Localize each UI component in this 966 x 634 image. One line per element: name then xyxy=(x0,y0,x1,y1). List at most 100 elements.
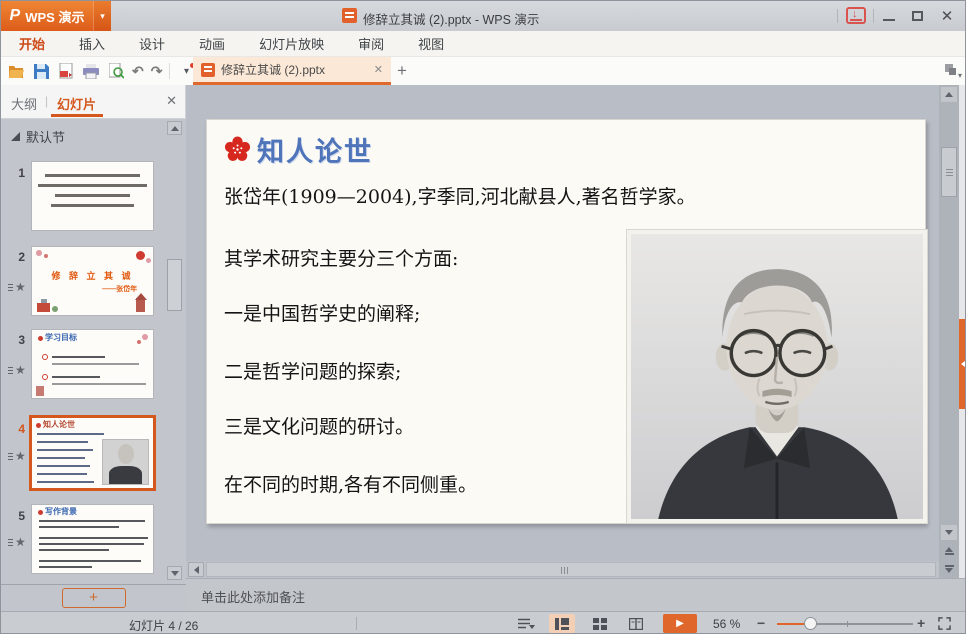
zoom-slider-tick xyxy=(847,621,848,627)
minimize-button[interactable] xyxy=(875,1,903,31)
slide-thumbnail-1[interactable] xyxy=(31,161,154,231)
sidebar-scrollbar-thumb[interactable] xyxy=(167,259,182,311)
undo-icon[interactable]: ↶ xyxy=(132,63,144,80)
toolbar-separator xyxy=(169,63,170,79)
caret-down-icon: ▾ xyxy=(184,66,189,77)
slide-number-current: 4 xyxy=(5,422,25,436)
wps-menu-caret[interactable]: ▾ xyxy=(93,1,111,31)
thumb2-title: 修 辞 立 其 诚 xyxy=(32,269,153,282)
tab-view[interactable]: 视图 xyxy=(418,34,444,53)
animation-star-icon[interactable]: ★ xyxy=(15,364,26,376)
slide-thumbnail-3[interactable]: 学习目标 xyxy=(31,329,154,399)
sidebar-header: 大纲 | 幻灯片 ✕ xyxy=(1,85,186,119)
zoom-in-button[interactable]: + xyxy=(917,615,925,631)
maximize-button[interactable] xyxy=(903,1,931,31)
slide-thumbnail-4-selected[interactable]: 知人论世 xyxy=(29,415,156,491)
slide-number: 5 xyxy=(5,509,25,523)
wps-logo-icon: P xyxy=(10,7,21,25)
tab-review[interactable]: 审阅 xyxy=(358,34,384,53)
scroll-up-button[interactable] xyxy=(941,87,957,102)
animation-star-icon[interactable]: ★ xyxy=(15,536,26,548)
next-slide-button[interactable] xyxy=(941,561,957,577)
vertical-scrollbar-thumb[interactable] xyxy=(941,147,957,197)
titlebar-separator xyxy=(873,9,874,23)
thumb3-title: 学习目标 xyxy=(45,334,77,342)
fit-slide-button[interactable] xyxy=(933,614,955,633)
current-slide[interactable]: 知人论世 张岱年(1909—2004),字季同,河北献县人,著名哲学家。 其学术… xyxy=(206,119,926,524)
document-tab-close-icon[interactable]: ✕ xyxy=(374,63,383,76)
active-tab-underline xyxy=(51,114,103,117)
zoom-slider-handle[interactable] xyxy=(804,617,817,630)
slide-text-line[interactable]: 张岱年(1909—2004),字季同,河北献县人,著名哲学家。 xyxy=(224,182,696,209)
export-pdf-icon[interactable] xyxy=(57,62,75,80)
expand-task-pane-handle[interactable] xyxy=(959,319,966,409)
reading-view-button[interactable] xyxy=(623,614,649,633)
notes-toggle-icon[interactable] xyxy=(515,614,539,633)
play-icon: ▶ xyxy=(676,618,684,629)
tab-design[interactable]: 设计 xyxy=(139,34,165,53)
vertical-scrollbar xyxy=(939,85,959,579)
slide-title[interactable]: 知人论世 xyxy=(257,130,373,169)
sidebar-scroll-up[interactable] xyxy=(167,121,182,135)
tab-slides-pane[interactable]: 幻灯片 xyxy=(57,94,96,113)
animation-star-icon[interactable]: ★ xyxy=(15,281,26,293)
slide-text-line[interactable]: 二是哲学问题的探索; xyxy=(224,357,401,384)
close-icon: ✕ xyxy=(941,9,954,24)
sidebar-tab-divider: | xyxy=(45,94,48,108)
new-tab-button[interactable]: + xyxy=(397,61,407,81)
slide-number: 3 xyxy=(5,333,25,347)
slide-text-line[interactable]: 其学术研究主要分三个方面: xyxy=(224,244,458,271)
wps-presentation-window: P WPS 演示 ▾ 修辞立其诚 (2).pptx - WPS 演示 ↓ ✕ 开… xyxy=(0,0,966,634)
save-icon[interactable] xyxy=(32,62,50,80)
horizontal-scrollbar-thumb[interactable] xyxy=(206,562,936,577)
thumb4-photo xyxy=(102,439,149,485)
scroll-left-button[interactable] xyxy=(188,562,204,577)
caret-down-icon: ▾ xyxy=(100,11,105,22)
thumb2-subtitle: ——张岱年 xyxy=(102,284,137,294)
status-separator xyxy=(356,617,357,630)
normal-view-button[interactable] xyxy=(549,614,575,633)
sidebar-close-icon[interactable]: ✕ xyxy=(166,93,177,109)
portrait-photo[interactable] xyxy=(627,230,927,523)
quick-toolbar-row: ↶ ↷ ▾ 修辞立其诚 (2).pptx ✕ + ▾ xyxy=(1,57,965,85)
section-header[interactable]: 默认节 xyxy=(11,127,65,146)
tab-list-icon[interactable]: ▾ xyxy=(945,64,960,78)
section-collapse-icon xyxy=(11,132,20,141)
play-slideshow-button[interactable]: ▶ xyxy=(663,614,697,633)
animation-star-icon[interactable]: ★ xyxy=(15,450,26,462)
print-preview-icon[interactable] xyxy=(107,62,125,80)
document-icon xyxy=(342,8,357,23)
open-file-icon[interactable] xyxy=(7,62,25,80)
previous-slide-button[interactable] xyxy=(941,543,957,559)
tab-insert[interactable]: 插入 xyxy=(79,34,105,53)
sidebar-footer: + xyxy=(1,584,186,611)
thumb5-title: 写作背景 xyxy=(45,508,77,516)
slide-number: 2 xyxy=(5,250,25,264)
zoom-out-button[interactable]: − xyxy=(757,615,765,631)
horizontal-scrollbar xyxy=(186,561,939,578)
close-button[interactable]: ✕ xyxy=(933,1,961,31)
tab-outline-pane[interactable]: 大纲 xyxy=(11,94,37,113)
document-tab[interactable]: 修辞立其诚 (2).pptx ✕ xyxy=(193,57,391,85)
download-manager-icon[interactable]: ↓ xyxy=(846,7,866,24)
slide-text-line[interactable]: 在不同的时期,各有不同侧重。 xyxy=(224,470,477,497)
slide-text-line[interactable]: 一是中国哲学史的阐释; xyxy=(224,299,420,326)
zoom-percentage: 56 % xyxy=(713,617,740,631)
zoom-slider[interactable] xyxy=(777,623,913,625)
scroll-down-button[interactable] xyxy=(941,525,957,540)
wps-menu-button[interactable]: P WPS 演示 xyxy=(1,1,93,31)
print-icon[interactable] xyxy=(82,62,100,80)
redo-icon[interactable]: ↷ xyxy=(151,63,163,80)
slide-text-line[interactable]: 三是文化问题的研讨。 xyxy=(224,412,414,439)
add-slide-button[interactable]: + xyxy=(62,588,126,608)
slide-thumbnail-2[interactable]: 修 辞 立 其 诚 ——张岱年 xyxy=(31,246,154,316)
slide-sorter-view-button[interactable] xyxy=(587,614,613,633)
sidebar-scroll-down[interactable] xyxy=(167,566,182,580)
titlebar-separator xyxy=(837,9,838,23)
titlebar: P WPS 演示 ▾ 修辞立其诚 (2).pptx - WPS 演示 ↓ ✕ xyxy=(1,1,965,31)
tab-home[interactable]: 开始 xyxy=(19,34,45,53)
slide-thumbnail-5[interactable]: 写作背景 xyxy=(31,504,154,574)
tab-slideshow[interactable]: 幻灯片放映 xyxy=(259,34,324,53)
notes-pane[interactable]: 单击此处添加备注 xyxy=(186,578,966,611)
tab-animation[interactable]: 动画 xyxy=(199,34,225,53)
